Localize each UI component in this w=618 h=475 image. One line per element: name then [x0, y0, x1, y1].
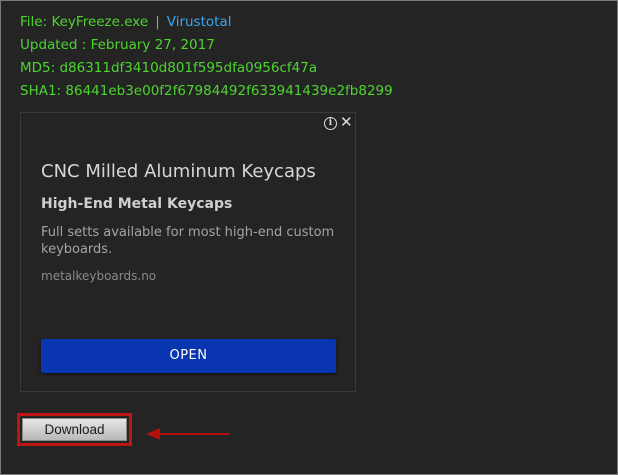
info-icon[interactable]: i — [324, 117, 337, 130]
ad-subheadline: High-End Metal Keycaps — [41, 196, 233, 212]
file-prefix: File: — [20, 14, 52, 30]
updated-date: Updated : February 27, 2017 — [20, 37, 215, 53]
file-name: KeyFreeze.exe — [51, 14, 149, 30]
sha1-hash: SHA1: 86441eb3e00f2f67984492f633941439e2… — [20, 83, 393, 99]
ad-headline[interactable]: CNC Milled Aluminum Keycaps — [41, 161, 316, 182]
separator: | — [155, 14, 160, 30]
download-highlight: Download — [17, 413, 132, 446]
arrow-head — [146, 428, 160, 440]
download-button[interactable]: Download — [22, 418, 127, 441]
file-info: File: KeyFreeze.exe | Virustotal Updated :… — [20, 11, 393, 103]
ad-domain[interactable]: metalkeyboards.no — [41, 269, 156, 283]
ad-open-button[interactable]: OPEN — [41, 339, 336, 373]
md5-hash: MD5: d86311df3410d801f595dfa0956cf47a — [20, 60, 318, 76]
virustotal-link[interactable]: Virustotal — [167, 14, 232, 30]
left-arrow-icon — [146, 428, 230, 440]
close-icon[interactable]: ✕ — [340, 114, 353, 130]
download-panel: File: KeyFreeze.exe | Virustotal Updated :… — [0, 0, 618, 475]
advertisement[interactable]: i ✕ CNC Milled Aluminum Keycaps High-End… — [20, 112, 356, 392]
ad-description: Full setts available for most high-end c… — [41, 225, 335, 257]
file-row: File: KeyFreeze.exe | Virustotal — [20, 11, 393, 34]
